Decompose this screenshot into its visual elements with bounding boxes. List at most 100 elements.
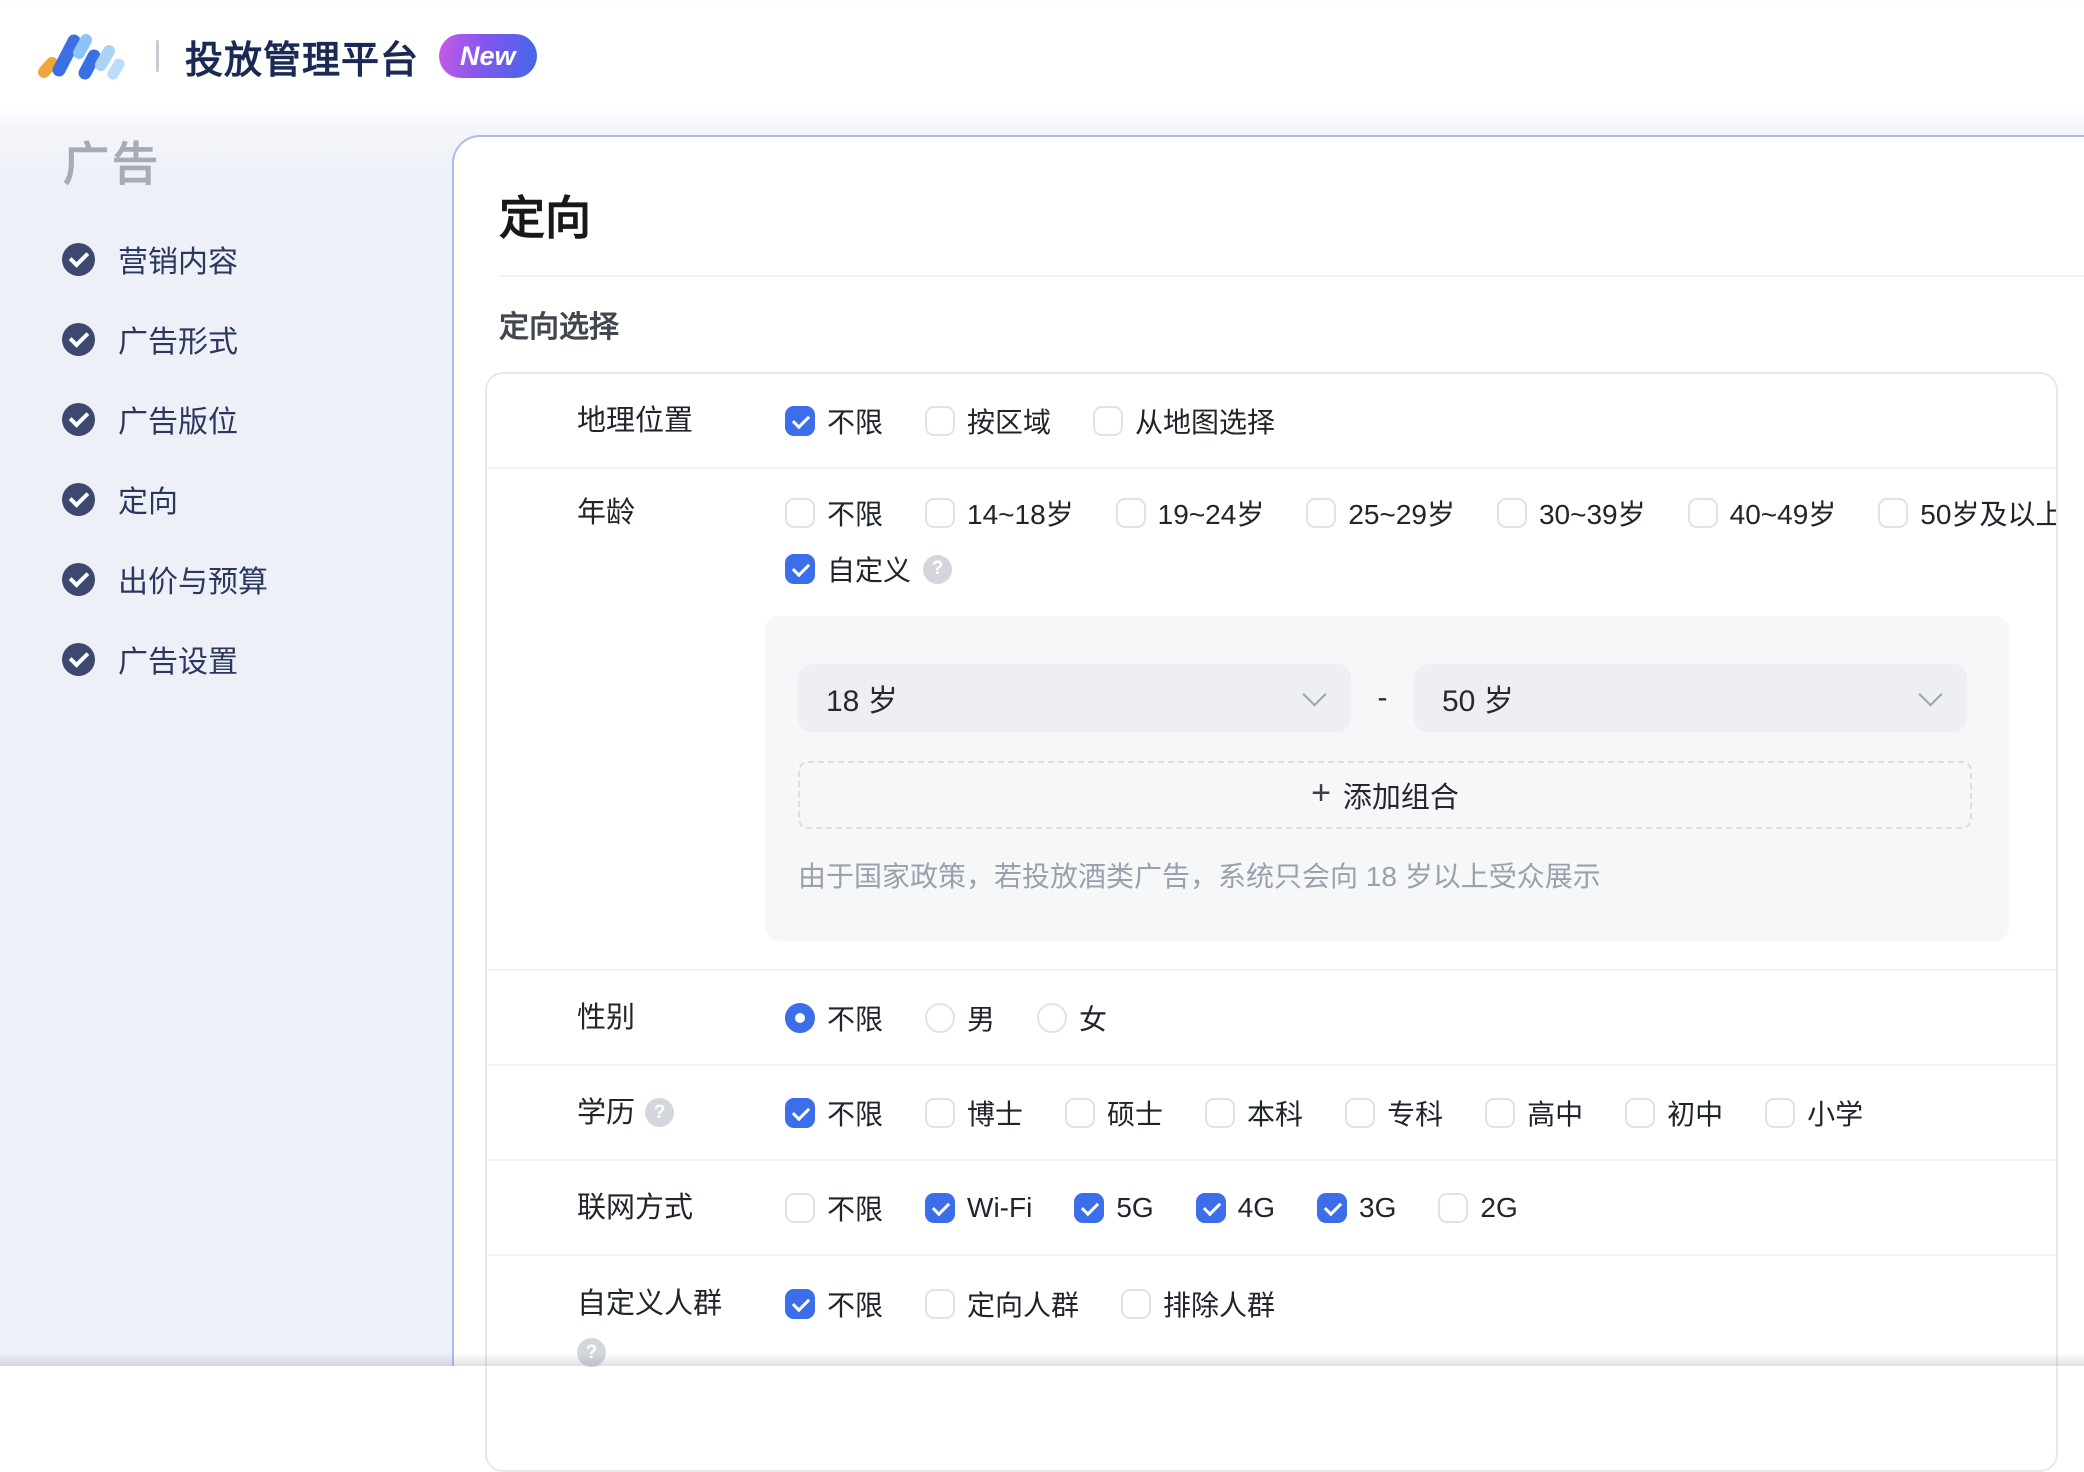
sidebar-heading: 广告	[63, 138, 161, 190]
sidebar-nav-item[interactable]: 广告形式	[62, 319, 268, 359]
checkbox[interactable]	[785, 1289, 815, 1319]
checkbox[interactable]	[785, 405, 815, 436]
audience-options: 不限 定向人群 排除人群	[785, 1284, 2056, 1324]
checkbox-option[interactable]: 专科	[1345, 1093, 1443, 1133]
sidebar-nav-item[interactable]: 定向	[62, 479, 268, 519]
checkbox[interactable]	[1765, 1097, 1796, 1128]
checkbox-option[interactable]: 25~29岁	[1306, 493, 1455, 533]
step-complete-check-icon	[62, 402, 95, 436]
row-location-label: 地理位置	[577, 404, 694, 437]
checkbox-option[interactable]: 5G	[1074, 1192, 1154, 1224]
checkbox-option[interactable]: 不限	[785, 493, 883, 533]
help-icon[interactable]	[577, 1338, 606, 1367]
checkbox-option[interactable]: 不限	[785, 1188, 883, 1228]
checkbox-option[interactable]: 高中	[1485, 1093, 1583, 1133]
checkbox[interactable]	[1115, 498, 1146, 528]
help-icon[interactable]	[923, 554, 953, 584]
checkbox[interactable]	[785, 498, 815, 528]
checkbox-option[interactable]: 按区域	[925, 401, 1051, 441]
checkbox-option[interactable]: 硕士	[1065, 1093, 1163, 1133]
checkbox-option[interactable]: 定向人群	[925, 1284, 1079, 1324]
checkbox-option[interactable]: 小学	[1765, 1093, 1863, 1133]
radio-option[interactable]: 不限	[785, 998, 883, 1038]
sidebar-nav-item[interactable]: 营销内容	[62, 239, 268, 279]
checkbox-option[interactable]: 不限	[785, 1093, 883, 1133]
header-divider	[156, 40, 159, 72]
age-to-select[interactable]: 50 岁	[1414, 664, 1967, 732]
education-options: 不限 博士 硕士 本科 专科 高中 初中 小学	[785, 1093, 2056, 1133]
age-range-line: 18 岁 - 50 岁	[798, 664, 1967, 732]
step-complete-check-icon	[62, 562, 95, 596]
gender-options: 不限 男 女	[785, 998, 2056, 1038]
network-options: 不限 Wi-Fi 5G 4G 3G 2G	[785, 1188, 2056, 1228]
checkbox[interactable]	[925, 1097, 956, 1128]
checkbox[interactable]	[1306, 498, 1337, 528]
radio-button[interactable]	[925, 1002, 956, 1033]
step-complete-check-icon	[62, 482, 95, 516]
checkbox[interactable]	[925, 405, 956, 436]
row-education: 学历 不限 博士 硕士 本科 专科 高中 初中 小学	[487, 1066, 2056, 1159]
step-complete-check-icon	[62, 642, 95, 676]
checkbox[interactable]	[1625, 1097, 1656, 1128]
checkbox-option[interactable]: 30~39岁	[1496, 493, 1646, 533]
sidebar: 广告 营销内容 广告形式 广告版位 定向 出价与预算 广告设置	[0, 112, 452, 1366]
sidebar-nav-item[interactable]: 广告版位	[62, 399, 268, 439]
checkbox[interactable]	[785, 554, 815, 584]
radio-option[interactable]: 男	[925, 998, 995, 1038]
checkbox[interactable]	[1195, 1192, 1226, 1223]
checkbox[interactable]	[925, 1289, 956, 1319]
age-policy-note: 由于国家政策，若投放酒类广告，系统只会向 18 岁以上受众展示	[798, 861, 1601, 892]
checkbox-option[interactable]: 从地图选择	[1093, 401, 1275, 441]
age-from-select[interactable]: 18 岁	[798, 664, 1351, 732]
checkbox-option-custom[interactable]: 自定义	[785, 549, 953, 589]
age-custom-line: 自定义	[785, 549, 2056, 589]
checkbox[interactable]	[925, 498, 956, 528]
checkbox[interactable]	[1345, 1097, 1376, 1128]
sidebar-steps: 营销内容 广告形式 广告版位 定向 出价与预算 广告设置	[62, 239, 268, 679]
checkbox-option[interactable]: 不限	[785, 401, 883, 441]
checkbox-option[interactable]: 初中	[1625, 1093, 1723, 1133]
radio-button[interactable]	[1037, 1002, 1068, 1033]
row-age: 年龄 不限 14~18岁 19~24岁 25~29岁 30~39岁 40~49岁…	[487, 469, 2056, 969]
checkbox[interactable]	[1317, 1192, 1348, 1223]
checkbox[interactable]	[1496, 498, 1527, 528]
checkbox[interactable]	[785, 1097, 815, 1128]
step-complete-check-icon	[62, 242, 95, 276]
checkbox[interactable]	[1878, 498, 1909, 528]
checkbox[interactable]	[1074, 1192, 1105, 1223]
checkbox[interactable]	[1485, 1097, 1516, 1128]
checkbox-option[interactable]: 2G	[1438, 1192, 1518, 1224]
checkbox[interactable]	[1687, 498, 1718, 528]
sidebar-nav-item[interactable]: 广告设置	[62, 639, 268, 679]
checkbox-option[interactable]: 不限	[785, 1284, 883, 1324]
checkbox[interactable]	[1205, 1097, 1236, 1128]
checkbox[interactable]	[1093, 405, 1124, 436]
add-combination-button[interactable]: 添加组合	[798, 761, 1972, 829]
checkbox-option[interactable]: 4G	[1195, 1192, 1275, 1224]
checkbox[interactable]	[1438, 1192, 1469, 1223]
checkbox-option[interactable]: 本科	[1205, 1093, 1303, 1133]
section-title: 定向选择	[499, 311, 619, 344]
checkbox-option[interactable]: 19~24岁	[1115, 493, 1264, 533]
help-icon[interactable]	[645, 1098, 675, 1127]
checkbox[interactable]	[785, 1192, 815, 1223]
checkbox-option[interactable]: 排除人群	[1121, 1284, 1275, 1324]
row-network-label: 联网方式	[577, 1191, 694, 1224]
checkbox-option[interactable]: 3G	[1317, 1192, 1396, 1224]
checkbox-option[interactable]: Wi-Fi	[925, 1192, 1032, 1224]
checkbox-option[interactable]: 40~49岁	[1687, 493, 1836, 533]
checkbox[interactable]	[925, 1192, 956, 1223]
radio-option[interactable]: 女	[1037, 998, 1107, 1038]
radio-button[interactable]	[785, 1002, 815, 1033]
row-gender: 性别 不限 男 女	[487, 971, 2056, 1064]
checkbox-option[interactable]: 博士	[925, 1093, 1023, 1133]
checkbox-option[interactable]: 14~18岁	[925, 493, 1074, 533]
page-title: 定向	[499, 192, 591, 244]
checkbox[interactable]	[1065, 1097, 1096, 1128]
age-range-panel: 18 岁 - 50 岁 添加组合 由于国家政策，若投放酒类广告，系统只会向	[765, 616, 2009, 941]
checkbox[interactable]	[1121, 1289, 1152, 1319]
checkbox-option[interactable]: 50岁及以上	[1878, 493, 2056, 533]
sidebar-nav-item[interactable]: 出价与预算	[62, 559, 268, 599]
row-audience: 自定义人群 不限 定向人群 排除人群	[487, 1256, 2056, 1387]
new-badge: New	[439, 34, 537, 78]
